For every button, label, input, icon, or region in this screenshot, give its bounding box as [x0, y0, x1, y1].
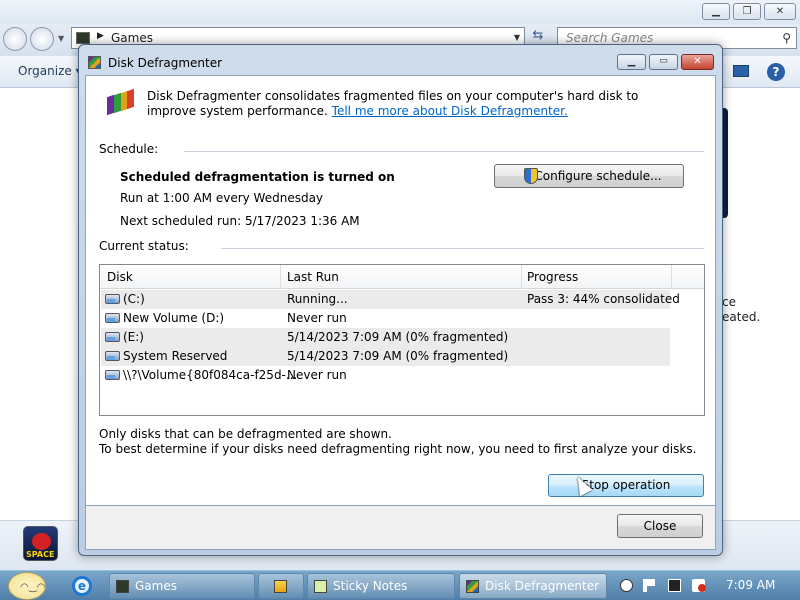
- taskbar-item-media-player[interactable]: [258, 573, 304, 599]
- dialog-title: Disk Defragmenter: [108, 56, 223, 70]
- explorer-close-button[interactable]: ✕: [764, 3, 796, 20]
- disk-row-d[interactable]: New Volume (D:) Never run: [101, 309, 670, 328]
- drive-icon: [105, 313, 120, 323]
- schedule-status: Scheduled defragmentation is turned on: [120, 170, 395, 184]
- dialog-minimize-button[interactable]: ▁: [617, 54, 646, 70]
- dialog-close-button[interactable]: ✕: [681, 54, 714, 70]
- internet-explorer-icon[interactable]: e: [72, 576, 92, 596]
- column-header-last-run[interactable]: Last Run: [287, 270, 339, 284]
- game-thumbnail-label: SPACE: [26, 550, 55, 559]
- drive-icon: [105, 294, 120, 304]
- learn-more-link[interactable]: Tell me more about Disk Defragmenter.: [332, 104, 568, 118]
- disk-last-run: Never run: [287, 311, 347, 325]
- disk-name: System Reserved: [123, 349, 228, 363]
- uac-shield-icon: [524, 168, 538, 184]
- disk-row-system-reserved[interactable]: System Reserved 5/14/2023 7:09 AM (0% fr…: [101, 347, 670, 366]
- drive-icon: [105, 351, 120, 361]
- disk-name: (C:): [123, 292, 145, 306]
- defragmenter-app-icon: [88, 56, 101, 69]
- dialog-body: Disk Defragmenter consolidates fragmente…: [85, 75, 716, 506]
- red-bird-icon: [32, 533, 51, 550]
- sticky-notes-icon: [314, 580, 327, 593]
- column-header-disk[interactable]: Disk: [107, 270, 133, 284]
- intro-description: Disk Defragmenter consolidates fragmente…: [147, 89, 687, 119]
- disk-row-e[interactable]: (E:) 5/14/2023 7:09 AM (0% fragmented): [101, 328, 670, 347]
- search-icon[interactable]: ⚲: [782, 31, 791, 45]
- disk-name: \\?\Volume{80f084ca-f25d-...: [123, 368, 298, 382]
- configure-schedule-label: Configure schedule...: [534, 169, 662, 183]
- action-center-flag-icon[interactable]: [643, 579, 656, 592]
- disk-last-run: 5/14/2023 7:09 AM (0% fragmented): [287, 349, 509, 363]
- taskbar-item-sticky-notes[interactable]: Sticky Notes: [307, 573, 455, 599]
- breadcrumb-arrow-icon[interactable]: ▶: [97, 31, 104, 41]
- recent-pages-dropdown-icon[interactable]: ▼: [58, 34, 64, 43]
- column-divider[interactable]: [521, 265, 522, 289]
- analyze-note: To best determine if your disks need def…: [99, 442, 697, 456]
- volume-muted-icon[interactable]: [692, 579, 706, 592]
- status-divider: [221, 248, 704, 249]
- forward-button[interactable]: [30, 27, 54, 51]
- current-status-label: Current status:: [99, 239, 189, 253]
- next-scheduled-run: Next scheduled run: 5/17/2023 1:36 AM: [120, 214, 360, 228]
- disk-name: New Volume (D:): [123, 311, 225, 325]
- explorer-maximize-button[interactable]: ❐: [733, 3, 761, 20]
- view-options-icon[interactable]: [733, 65, 749, 77]
- column-divider[interactable]: [671, 265, 672, 289]
- drive-icon: [105, 370, 120, 380]
- disk-defragmenter-dialog: Disk Defragmenter ▁ ▭ ✕ Disk Defragmente…: [78, 44, 723, 556]
- disk-progress: Pass 3: 44% consolidated: [527, 292, 680, 306]
- schedule-section-label: Schedule:: [99, 142, 159, 156]
- taskbar-item-games[interactable]: Games: [109, 573, 255, 599]
- games-folder-icon: [116, 580, 129, 593]
- column-divider[interactable]: [280, 265, 281, 289]
- dialog-footer: Close: [85, 506, 716, 550]
- schedule-run-time: Run at 1:00 AM every Wednesday: [120, 191, 324, 205]
- taskbar: ◠‿◠ e Games Sticky Notes Disk Defragment…: [0, 570, 800, 600]
- close-button[interactable]: Close: [617, 514, 703, 538]
- disk-row-volume[interactable]: \\?\Volume{80f084ca-f25d-... Never run: [101, 366, 670, 385]
- smiley-face-icon: ◠‿◠: [20, 582, 46, 593]
- taskbar-item-disk-defragmenter[interactable]: Disk Defragmenter: [459, 573, 607, 599]
- games-folder-icon: [76, 32, 90, 44]
- tray-smiley-icon[interactable]: [620, 579, 633, 592]
- configure-schedule-button[interactable]: Configure schedule...: [494, 164, 684, 188]
- disk-list[interactable]: Disk Last Run Progress (C:) Running... P…: [99, 264, 705, 416]
- column-header-progress[interactable]: Progress: [527, 270, 578, 284]
- defragmenter-app-icon: [466, 580, 479, 593]
- taskbar-item-label: Games: [135, 579, 177, 593]
- start-button[interactable]: ◠‿◠: [8, 572, 46, 600]
- disk-list-header: Disk Last Run Progress: [100, 265, 704, 289]
- disk-name: (E:): [123, 330, 144, 344]
- schedule-divider: [184, 151, 704, 152]
- taskbar-clock[interactable]: 7:09 AM: [726, 578, 775, 592]
- taskbar-item-label: Disk Defragmenter: [485, 579, 600, 593]
- disk-note: Only disks that can be defragmented are …: [99, 427, 392, 441]
- stop-operation-button[interactable]: Stop operation: [548, 474, 704, 497]
- explorer-detail-text: ce: [722, 295, 736, 309]
- explorer-detail-text: eated.: [722, 310, 761, 324]
- dialog-titlebar[interactable]: Disk Defragmenter ▁ ▭ ✕: [79, 45, 722, 75]
- explorer-minimize-button[interactable]: ▁: [702, 3, 730, 20]
- taskbar-item-label: Sticky Notes: [333, 579, 408, 593]
- back-button[interactable]: [3, 27, 27, 51]
- search-placeholder: Search Games: [566, 31, 654, 45]
- address-dropdown-icon[interactable]: ▼: [514, 33, 520, 42]
- disk-row-c[interactable]: (C:) Running... Pass 3: 44% consolidated: [101, 290, 680, 309]
- disk-last-run: 5/14/2023 7:09 AM (0% fragmented): [287, 330, 509, 344]
- media-player-icon: [274, 580, 287, 593]
- address-breadcrumb[interactable]: Games: [111, 31, 153, 45]
- defragmenter-large-icon: [107, 88, 134, 116]
- disk-last-run: Running...: [287, 292, 348, 306]
- organize-button[interactable]: Organize ▾: [18, 64, 82, 78]
- help-icon[interactable]: ?: [767, 63, 785, 81]
- explorer-titlebar: ▁ ❐ ✕: [0, 0, 800, 24]
- game-thumbnail-icon: SPACE: [23, 526, 58, 561]
- drive-icon: [105, 332, 120, 342]
- dialog-maximize-button[interactable]: ▭: [649, 54, 678, 70]
- disk-last-run: Never run: [287, 368, 347, 382]
- network-icon[interactable]: [668, 579, 681, 592]
